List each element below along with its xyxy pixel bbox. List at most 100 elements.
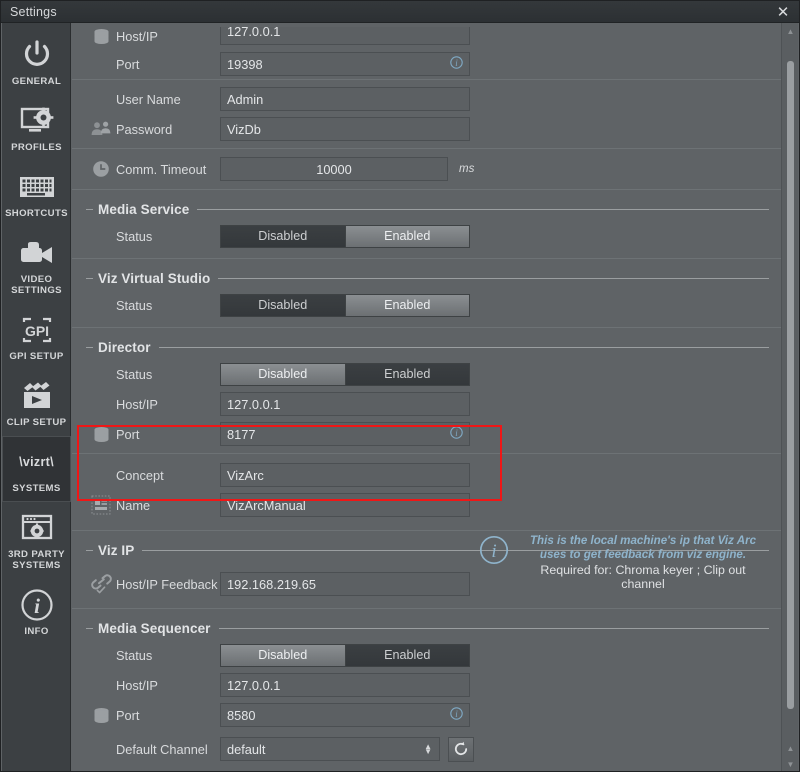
sidebar-item-label: GPI SETUP <box>9 351 63 362</box>
row-media-sequencer-port: Port 8580 i <box>72 700 783 730</box>
row-director-name: Name VizArcManual <box>72 490 783 520</box>
third-party-icon <box>18 511 56 545</box>
media-sequencer-port-input[interactable]: 8580 i <box>220 703 470 727</box>
graphic-hub-host-input[interactable]: 127.0.0.1 <box>220 27 470 45</box>
director-concept-input[interactable]: VizArc <box>220 463 470 487</box>
graphic-hub-password-value: VizDb <box>227 122 261 137</box>
divider <box>72 148 783 149</box>
link-check-icon <box>86 571 116 597</box>
info-icon[interactable]: i <box>450 707 463 723</box>
sidebar-item-video-settings[interactable]: VIDEO SETTINGS <box>2 227 71 304</box>
divider <box>72 79 783 80</box>
group-header-media-service: Media Service <box>72 197 783 221</box>
viz-ip-feedback-input[interactable]: 192.168.219.65 <box>220 572 470 596</box>
svg-text:i: i <box>455 428 458 438</box>
header-dash <box>86 278 93 279</box>
sidebar-item-label: CLIP SETUP <box>7 417 67 428</box>
spacer <box>86 672 116 698</box>
divider <box>72 189 783 190</box>
comm-timeout-input[interactable]: 10000 <box>220 157 448 181</box>
settings-window: Settings ✕ GENERAL <box>0 0 800 772</box>
graphic-hub-username-input[interactable]: Admin <box>220 87 470 111</box>
sidebar-item-info[interactable]: i INFO <box>2 579 71 645</box>
director-port-input[interactable]: 8177 i <box>220 422 470 446</box>
graphic-hub-password-input[interactable]: VizDb <box>220 117 470 141</box>
toggle-option-enabled[interactable]: Enabled <box>345 645 470 666</box>
sidebar-item-systems[interactable]: \vizrt\ SYSTEMS <box>2 436 71 502</box>
scroll-up-button-bottom[interactable]: ▲ <box>782 740 799 756</box>
clock-icon <box>86 156 116 182</box>
row-graphic-hub-port: Port 19398 i <box>72 49 783 79</box>
media-service-status-toggle[interactable]: Disabled Enabled <box>220 225 470 248</box>
media-sequencer-host-input[interactable]: 127.0.0.1 <box>220 673 470 697</box>
spacer <box>86 292 116 318</box>
toggle-option-enabled[interactable]: Enabled <box>345 226 470 247</box>
sidebar-item-shortcuts[interactable]: SHORTCUTS <box>2 161 71 227</box>
info-icon[interactable]: i <box>450 426 463 442</box>
scrollbar-thumb[interactable] <box>787 61 794 709</box>
template-card-icon <box>86 492 116 518</box>
divider <box>72 258 783 259</box>
director-status-toggle[interactable]: Disabled Enabled <box>220 363 470 386</box>
sidebar-item-label: PROFILES <box>11 142 62 153</box>
row-director-host: Host/IP 127.0.0.1 <box>72 389 783 419</box>
spacer <box>86 361 116 387</box>
toggle-option-disabled[interactable]: Disabled <box>221 364 345 385</box>
refresh-button[interactable] <box>448 737 474 762</box>
media-service-status-label: Status <box>116 229 220 244</box>
database-icon <box>86 23 116 49</box>
viz-ip-hint-line1: This is the local machine's ip that Viz … <box>517 534 769 548</box>
director-status-label: Status <box>116 367 220 382</box>
toggle-option-enabled[interactable]: Enabled <box>345 295 470 316</box>
header-dash <box>86 550 93 551</box>
comm-timeout-value: 10000 <box>316 162 352 177</box>
sidebar-item-gpi-setup[interactable]: GPI GPI SETUP <box>2 304 71 370</box>
svg-text:i: i <box>455 58 458 68</box>
director-concept-value: VizArc <box>227 468 264 483</box>
comm-timeout-label: Comm. Timeout <box>116 162 220 177</box>
close-icon[interactable]: ✕ <box>765 1 800 23</box>
vertical-scrollbar[interactable]: ▲ ▲ ▼ <box>781 23 798 772</box>
graphic-hub-host-label: Host/IP <box>116 29 220 44</box>
default-channel-select[interactable]: default ▲▼ <box>220 737 440 761</box>
title-bar: Settings ✕ <box>1 1 800 23</box>
row-graphic-hub-host: Host/IP 127.0.0.1 <box>72 23 783 49</box>
group-title: Viz Virtual Studio <box>98 271 210 286</box>
database-icon <box>86 421 116 447</box>
sidebar-item-label: SHORTCUTS <box>5 208 68 219</box>
toggle-option-enabled[interactable]: Enabled <box>345 364 470 385</box>
divider <box>72 530 783 531</box>
viz-virtual-studio-status-toggle[interactable]: Disabled Enabled <box>220 294 470 317</box>
sidebar-item-label: VIDEO SETTINGS <box>11 274 62 296</box>
director-host-input[interactable]: 127.0.0.1 <box>220 392 470 416</box>
scroll-down-button[interactable]: ▼ <box>782 756 799 772</box>
spacer <box>86 462 116 488</box>
media-sequencer-host-value: 127.0.0.1 <box>227 678 280 693</box>
director-concept-label: Concept <box>116 468 220 483</box>
header-rule <box>218 278 769 279</box>
row-viz-virtual-studio-status: Status Disabled Enabled <box>72 290 783 320</box>
director-port-value: 8177 <box>227 427 255 442</box>
row-comm-timeout: Comm. Timeout 10000 ms <box>72 154 783 184</box>
row-director-concept: Concept VizArc <box>72 460 783 490</box>
row-director-status: Status Disabled Enabled <box>72 359 783 389</box>
svg-text:i: i <box>34 594 40 618</box>
toggle-option-disabled[interactable]: Disabled <box>221 645 345 666</box>
viz-ip-hint: i This is the local machine's ip that Vi… <box>479 533 769 591</box>
info-icon[interactable]: i <box>450 56 463 72</box>
scroll-up-button[interactable]: ▲ <box>782 23 799 39</box>
graphic-hub-port-input[interactable]: 19398 i <box>220 52 470 76</box>
toggle-option-disabled[interactable]: Disabled <box>221 295 345 316</box>
sidebar-item-general[interactable]: GENERAL <box>2 29 71 95</box>
sidebar-item-3rd-party-systems[interactable]: 3RD PARTY SYSTEMS <box>2 502 71 579</box>
sidebar-item-profiles[interactable]: PROFILES <box>2 95 71 161</box>
media-sequencer-status-toggle[interactable]: Disabled Enabled <box>220 644 470 667</box>
director-name-input[interactable]: VizArcManual <box>220 493 470 517</box>
spinner-arrows-icon[interactable]: ▲▼ <box>424 744 432 754</box>
header-rule <box>219 628 769 629</box>
sidebar-item-clip-setup[interactable]: CLIP SETUP <box>2 370 71 436</box>
info-circle-icon: i <box>18 588 56 622</box>
toggle-option-disabled[interactable]: Disabled <box>221 226 345 247</box>
vizrt-icon: \vizrt\ <box>18 445 56 479</box>
sidebar-item-label: 3RD PARTY SYSTEMS <box>8 549 65 571</box>
